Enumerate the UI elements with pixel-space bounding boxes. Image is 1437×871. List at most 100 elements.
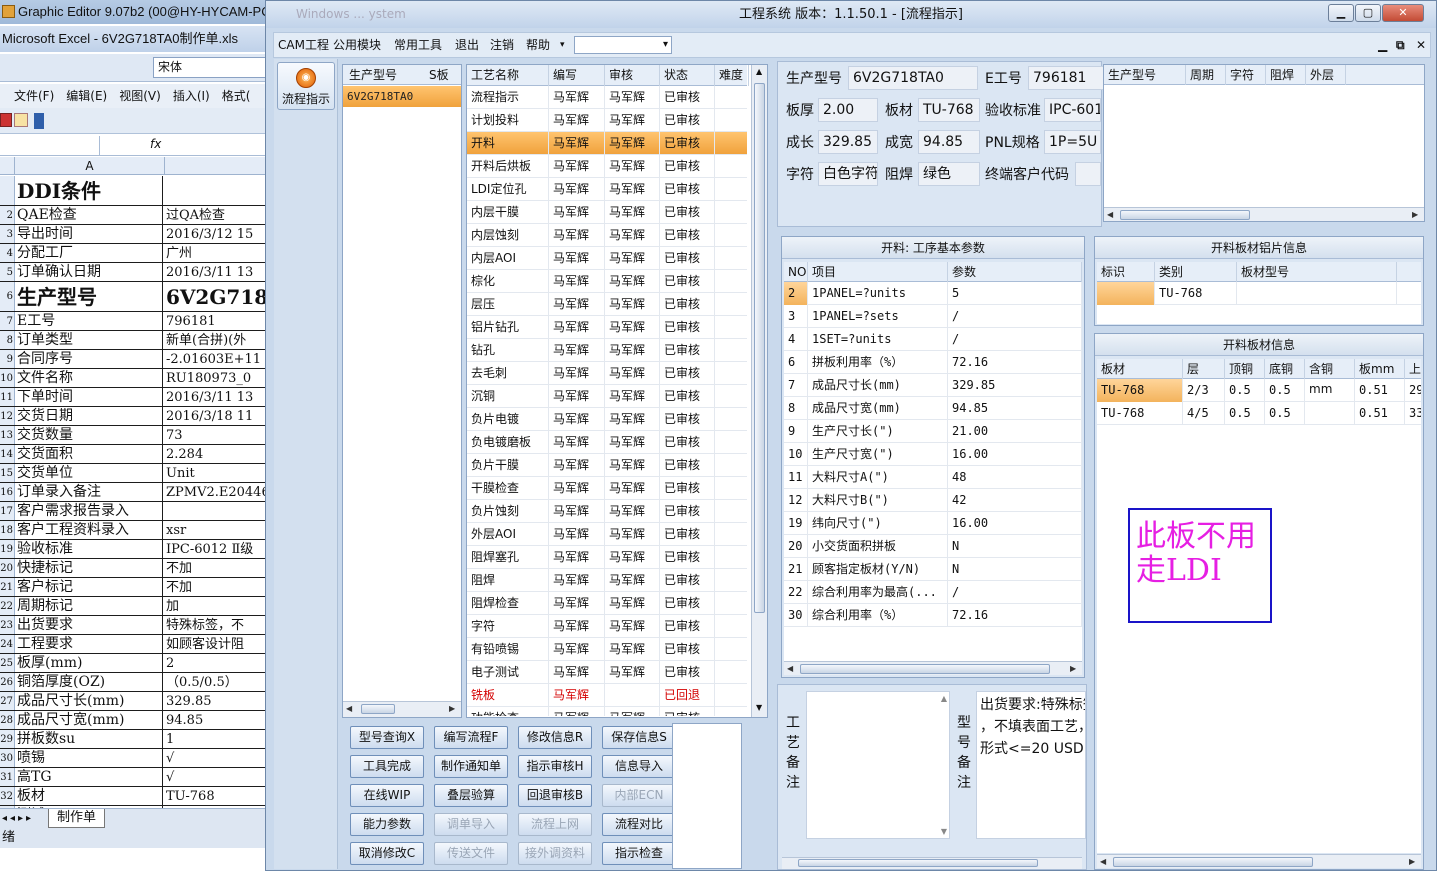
param-no-cell[interactable]: 3 xyxy=(784,305,808,328)
header-reviewer[interactable]: 审核 xyxy=(605,65,660,86)
cell-a[interactable]: 喷锡 xyxy=(15,749,163,767)
reviewer-cell[interactable]: 马军辉 xyxy=(605,592,660,615)
process-name-cell[interactable]: 钻孔 xyxy=(467,339,549,362)
row-number[interactable]: 12 xyxy=(0,407,15,425)
process-name-cell[interactable]: 开料后烘板 xyxy=(467,155,549,178)
product-table-hscroll[interactable]: ◀ ▶ xyxy=(1104,207,1424,221)
writer-cell[interactable]: 马军辉 xyxy=(549,178,605,201)
sheet-nav-arrows[interactable]: ◂◂▸▸ xyxy=(2,810,34,828)
process-row[interactable]: 外层AOI 马军辉 马军辉 已审核 xyxy=(467,523,747,546)
cell-b[interactable]: 不加 xyxy=(164,559,268,577)
row-number[interactable]: 15 xyxy=(0,464,15,482)
param-value-cell[interactable]: 42 xyxy=(948,489,1082,512)
reviewer-cell[interactable]: 马军辉 xyxy=(605,247,660,270)
process-name-cell[interactable]: 干膜检查 xyxy=(467,477,549,500)
status-cell[interactable]: 已审核 xyxy=(660,155,715,178)
excel-menu-format[interactable]: 格式( xyxy=(222,84,251,108)
writer-cell[interactable]: 马军辉 xyxy=(549,477,605,500)
process-row[interactable]: 内层AOI 马军辉 马军辉 已审核 xyxy=(467,247,747,270)
cell-b[interactable]: 特殊标签，不 xyxy=(164,616,268,634)
field-customer[interactable] xyxy=(1075,162,1101,186)
writer-cell[interactable]: 马军辉 xyxy=(549,500,605,523)
sheet-row[interactable]: 21 客户标记 不加 xyxy=(0,578,268,597)
scroll-left-icon[interactable]: ◀ xyxy=(1100,855,1106,869)
material-row[interactable]: TU-768 2/3 0.5 0.5 0.51 29 xyxy=(1097,379,1421,402)
status-cell[interactable]: 已审核 xyxy=(660,546,715,569)
reviewer-cell[interactable]: 马军辉 xyxy=(605,270,660,293)
process-row[interactable]: 去毛刺 马军辉 马军辉 已审核 xyxy=(467,362,747,385)
writer-cell[interactable]: 马军辉 xyxy=(549,362,605,385)
cell-b[interactable]: ZPMV2.E204466 xyxy=(164,483,268,501)
sheet-row[interactable]: 26 铜箔厚度(OZ) （0.5/0.5） xyxy=(0,673,268,692)
cell-a[interactable]: 客户标记 xyxy=(15,578,163,596)
cell-a[interactable]: 订单录入备注 xyxy=(15,483,163,501)
cell-a[interactable]: 高TG xyxy=(15,768,163,786)
writer-cell[interactable]: 马军辉 xyxy=(549,155,605,178)
cell-a[interactable]: 下单时间 xyxy=(15,388,163,406)
param-no-cell[interactable]: 10 xyxy=(784,443,808,466)
param-no-cell[interactable]: 11 xyxy=(784,466,808,489)
cell-b[interactable]: 2016/3/18 11 xyxy=(164,407,268,425)
process-name-cell[interactable]: 流程指示 xyxy=(467,86,549,109)
status-cell[interactable]: 已审核 xyxy=(660,454,715,477)
status-cell[interactable]: 已审核 xyxy=(660,362,715,385)
cell-b[interactable]: √ xyxy=(164,749,268,767)
row-number[interactable] xyxy=(0,176,15,205)
row-number[interactable]: 32 xyxy=(0,787,15,805)
process-name-cell[interactable]: 层压 xyxy=(467,293,549,316)
sheet-tab[interactable]: 制作单 xyxy=(48,809,106,828)
row-number[interactable]: 14 xyxy=(0,445,15,463)
action-button[interactable]: 接外调资料 xyxy=(518,842,592,865)
process-table-vscroll[interactable]: ▲ ▼ xyxy=(751,65,767,717)
param-no-cell[interactable]: 7 xyxy=(784,374,808,397)
difficulty-cell[interactable] xyxy=(715,523,747,546)
cell-b[interactable]: 不加 xyxy=(164,578,268,596)
column-header-a[interactable]: A xyxy=(15,157,165,175)
cell-a[interactable]: 分配工厂 xyxy=(15,244,163,262)
menu-tools[interactable]: 常用工具 xyxy=(394,33,442,57)
process-name-cell[interactable]: 负片蚀刻 xyxy=(467,500,549,523)
pdf-icon[interactable] xyxy=(14,113,28,127)
sheet-row[interactable]: 30 喷锡 √ xyxy=(0,749,268,768)
sheet-row[interactable]: 19 验收标准 IPC-6012 Ⅱ级 xyxy=(0,540,268,559)
status-cell[interactable]: 已审核 xyxy=(660,477,715,500)
layer-cell[interactable]: 2/3 xyxy=(1183,379,1225,402)
header-mask[interactable]: 阻焊 xyxy=(1266,65,1306,85)
cell-a[interactable]: 交货数量 xyxy=(15,426,163,444)
field-material[interactable]: TU-768 xyxy=(918,98,980,122)
param-row[interactable]: 2 1PANEL=?units 5 xyxy=(784,282,1082,305)
cell-a[interactable]: 文件名称 xyxy=(15,369,163,387)
action-button[interactable]: 制作通知单 xyxy=(434,755,508,778)
header-value[interactable]: 参数 xyxy=(948,262,1082,282)
param-value-cell[interactable]: / xyxy=(948,328,1082,351)
cell-b[interactable]: 94.85 xyxy=(164,711,268,729)
difficulty-cell[interactable] xyxy=(715,661,747,684)
cell-a[interactable]: 快捷标记 xyxy=(15,559,163,577)
menu-help[interactable]: 帮助 xyxy=(526,33,550,57)
header-difficulty[interactable]: 难度 xyxy=(715,65,749,86)
sheet-row[interactable]: 24 工程要求 如顾客设计阻 xyxy=(0,635,268,654)
cell-a[interactable]: 交货日期 xyxy=(15,407,163,425)
action-button[interactable]: 流程上网 xyxy=(518,813,592,836)
cell-a[interactable]: QAE检查 xyxy=(15,206,163,224)
cell-b[interactable]: IPC-6012 Ⅱ级 xyxy=(164,540,268,558)
scroll-thumb[interactable] xyxy=(1113,857,1313,867)
field-length[interactable]: 329.85 xyxy=(818,130,878,154)
param-value-cell[interactable]: 16.00 xyxy=(948,443,1082,466)
cell-b[interactable]: √ xyxy=(164,768,268,786)
process-row[interactable]: 负电镀磨板 马军辉 马军辉 已审核 xyxy=(467,431,747,454)
scroll-thumb[interactable] xyxy=(361,704,395,714)
material-cell[interactable]: TU-768 xyxy=(1097,379,1183,402)
difficulty-cell[interactable] xyxy=(715,569,747,592)
model-list-item-selected[interactable]: 6V2G718TA0 xyxy=(343,86,461,107)
sheet-row[interactable]: 5 订单确认日期 2016/3/11 13 xyxy=(0,263,268,282)
process-name-cell[interactable]: 负片干膜 xyxy=(467,454,549,477)
board-mm-cell[interactable]: 0.51 xyxy=(1355,402,1405,425)
difficulty-cell[interactable] xyxy=(715,500,747,523)
cell-a[interactable]: 出货要求 xyxy=(15,616,163,634)
cell-b[interactable]: 加 xyxy=(164,597,268,615)
process-name-cell[interactable]: 内层干膜 xyxy=(467,201,549,224)
status-cell[interactable]: 已审核 xyxy=(660,523,715,546)
cell-a[interactable]: 工程要求 xyxy=(15,635,163,653)
reviewer-cell[interactable]: 马军辉 xyxy=(605,615,660,638)
